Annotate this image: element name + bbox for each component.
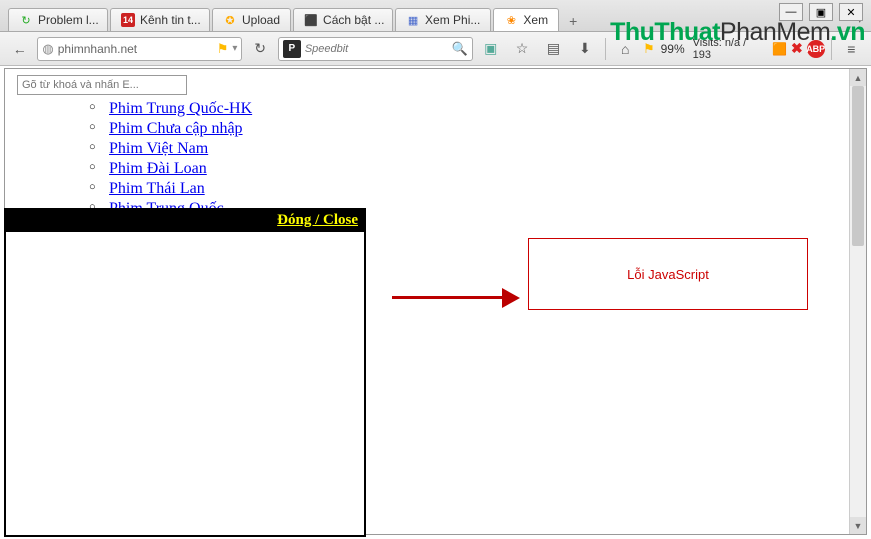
reload-icon: ↻	[254, 40, 266, 57]
search-bar[interactable]: P 🔍	[278, 37, 473, 61]
error-text: Lỗi JavaScript	[627, 267, 709, 282]
url-input[interactable]	[58, 42, 213, 56]
url-dropdown-icon[interactable]: ▾	[232, 43, 237, 54]
site-icon: ✪	[223, 13, 237, 27]
star-icon: ☆	[516, 40, 529, 57]
tab-xem-active[interactable]: ❀ Xem	[493, 8, 559, 31]
vertical-scrollbar[interactable]: ▲ ▼	[849, 69, 866, 534]
tab-xemphi[interactable]: ▦ Xem Phi...	[395, 8, 491, 31]
separator	[605, 38, 606, 60]
url-bar[interactable]: ◍ ⚑ ▾	[37, 37, 242, 61]
list-item: Phim Chưa cập nhập	[109, 119, 866, 139]
list-item: Phim Việt Nam	[109, 139, 866, 159]
error-callout: Lỗi JavaScript	[528, 238, 808, 310]
bookmark-star-button[interactable]: ☆	[508, 36, 535, 62]
site-icon: ▦	[406, 13, 420, 27]
category-link[interactable]: Phim Đài Loan	[109, 160, 207, 177]
site-icon: ⬛	[304, 13, 318, 27]
site-icon: ❀	[504, 13, 518, 27]
search-engine-icon[interactable]: P	[283, 40, 301, 58]
tab-label: Xem	[523, 13, 548, 27]
reload-button[interactable]: ↻	[246, 36, 273, 62]
category-link[interactable]: Phim Chưa cập nhập	[109, 120, 243, 137]
back-button[interactable]: ←	[6, 36, 33, 62]
category-link[interactable]: Phim Việt Nam	[109, 140, 208, 157]
site-search-input[interactable]	[17, 75, 187, 95]
category-link[interactable]: Phim Trung Quốc-HK	[109, 100, 252, 117]
panel-button[interactable]: ▣	[477, 36, 504, 62]
downloads-button[interactable]: ⬇	[571, 36, 598, 62]
search-go-icon[interactable]: 🔍	[452, 41, 468, 57]
back-icon: ←	[13, 41, 27, 57]
popup-header: Đóng / Close	[4, 208, 366, 232]
category-link[interactable]: Phim Thái Lan	[109, 180, 205, 197]
tab-label: Upload	[242, 13, 280, 27]
panel-icon: ▣	[484, 40, 497, 57]
tab-label: Cách bật ...	[323, 13, 384, 27]
scroll-thumb[interactable]	[852, 86, 864, 246]
list-icon: ▤	[547, 40, 560, 57]
tab-label: Xem Phi...	[425, 13, 480, 27]
list-item: Phim Đài Loan	[109, 159, 866, 179]
list-item: Phim Thái Lan	[109, 179, 866, 199]
reload-icon: ↻	[19, 13, 33, 27]
reading-list-button[interactable]: ▤	[540, 36, 567, 62]
tab-problem[interactable]: ↻ Problem l...	[8, 8, 108, 31]
scroll-up-button[interactable]: ▲	[850, 69, 866, 86]
tab-kenh[interactable]: 14 Kênh tin t...	[110, 8, 210, 31]
tab-label: Problem l...	[38, 13, 99, 27]
new-tab-button[interactable]: +	[561, 11, 585, 31]
list-item: Phim Trung Quốc-HK	[109, 99, 866, 119]
annotation-arrow	[392, 288, 522, 308]
popup-body	[4, 232, 366, 537]
search-input[interactable]	[305, 43, 448, 55]
globe-icon: ◍	[42, 41, 53, 57]
tab-cachbat[interactable]: ⬛ Cách bật ...	[293, 8, 393, 31]
tab-upload[interactable]: ✪ Upload	[212, 8, 291, 31]
bookmark-flag-icon[interactable]: ⚑	[217, 41, 229, 57]
watermark-logo: ThuThuatPhanMem.vn	[610, 18, 865, 47]
site-icon: 14	[121, 13, 135, 27]
download-icon: ⬇	[579, 40, 591, 57]
tab-label: Kênh tin t...	[140, 13, 201, 27]
popup-close-link[interactable]: Đóng / Close	[277, 212, 358, 229]
scroll-down-button[interactable]: ▼	[850, 517, 866, 534]
